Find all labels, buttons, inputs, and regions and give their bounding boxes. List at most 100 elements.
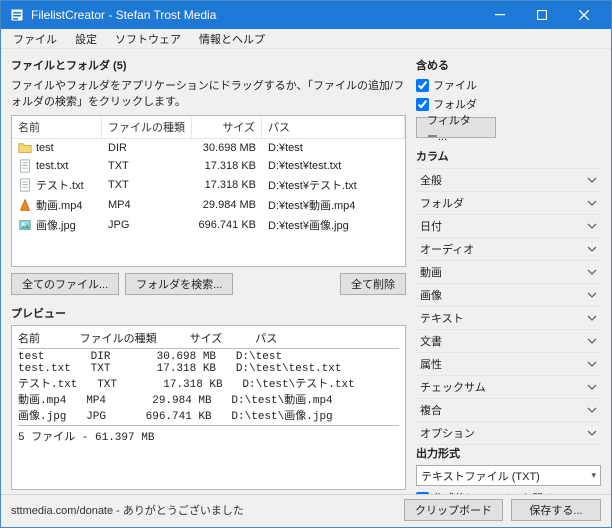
column-category-label: 日付	[420, 218, 442, 234]
column-category-1[interactable]: フォルダ	[416, 192, 601, 215]
save-button[interactable]: 保存する...	[511, 499, 601, 521]
chevron-down-icon: ▾	[591, 470, 596, 481]
file-name: 動画.mp4	[36, 197, 82, 213]
table-row[interactable]: 動画.mp4MP429.984 MBD:¥test¥動画.mp4	[12, 195, 405, 215]
file-name: 画像.jpg	[36, 217, 76, 233]
include-file-checkbox[interactable]: ファイル	[416, 77, 601, 93]
header-name[interactable]: 名前	[12, 116, 102, 138]
column-category-label: チェックサム	[420, 379, 486, 395]
file-path: D:¥test¥test.txt	[262, 159, 405, 173]
txt-icon	[18, 159, 32, 173]
column-category-label: 動画	[420, 264, 442, 280]
file-type: MP4	[102, 198, 192, 212]
column-category-label: テキスト	[420, 310, 464, 326]
minimize-button[interactable]	[479, 1, 521, 29]
include-file-label: ファイル	[433, 77, 477, 93]
close-button[interactable]	[563, 1, 605, 29]
column-category-4[interactable]: 動画	[416, 261, 601, 284]
file-list[interactable]: 名前 ファイルの種類 サイズ パス testDIR30.698 MBD:¥tes…	[11, 115, 406, 267]
header-type[interactable]: ファイルの種類	[102, 116, 192, 138]
chevron-down-icon	[585, 311, 599, 325]
column-category-label: フォルダ	[420, 195, 464, 211]
chevron-down-icon	[585, 357, 599, 371]
file-name: test	[36, 142, 54, 154]
include-folder-checkbox[interactable]: フォルダ	[416, 96, 601, 112]
column-category-7[interactable]: 文書	[416, 330, 601, 353]
column-category-0[interactable]: 全般	[416, 168, 601, 192]
file-name: テスト.txt	[36, 177, 84, 193]
column-category-3[interactable]: オーディオ	[416, 238, 601, 261]
maximize-button[interactable]	[521, 1, 563, 29]
chevron-down-icon	[585, 242, 599, 256]
titlebar: FilelistCreator - Stefan Trost Media	[1, 1, 611, 29]
app-icon	[9, 7, 25, 23]
chevron-down-icon	[585, 403, 599, 417]
column-category-6[interactable]: テキスト	[416, 307, 601, 330]
output-format-select[interactable]: テキストファイル (TXT) ▾	[416, 465, 601, 486]
file-type: TXT	[102, 178, 192, 192]
file-size: 17.318 KB	[192, 159, 262, 173]
include-folder-input[interactable]	[416, 98, 429, 111]
include-file-input[interactable]	[416, 79, 429, 92]
menu-help[interactable]: 情報とヘルプ	[195, 29, 269, 49]
column-category-8[interactable]: 属性	[416, 353, 601, 376]
preview-title: プレビュー	[11, 305, 406, 321]
table-row[interactable]: 画像.jpgJPG696.741 KBD:¥test¥画像.jpg	[12, 215, 405, 235]
file-type: TXT	[102, 159, 192, 173]
chevron-down-icon	[585, 196, 599, 210]
column-category-11[interactable]: オプション	[416, 422, 601, 445]
chevron-down-icon	[585, 219, 599, 233]
file-list-header: 名前 ファイルの種類 サイズ パス	[12, 116, 405, 139]
column-category-label: 文書	[420, 333, 442, 349]
menu-settings[interactable]: 設定	[71, 29, 101, 49]
chevron-down-icon	[585, 265, 599, 279]
file-name: test.txt	[36, 160, 68, 172]
folder-icon	[18, 141, 32, 155]
clipboard-button[interactable]: クリップボード	[404, 499, 503, 521]
table-row[interactable]: テスト.txtTXT17.318 KBD:¥test¥テスト.txt	[12, 175, 405, 195]
file-type: JPG	[102, 218, 192, 232]
column-category-label: オプション	[420, 425, 475, 441]
all-files-button[interactable]: 全てのファイル...	[11, 273, 119, 295]
chevron-down-icon	[585, 288, 599, 302]
video-icon	[18, 198, 32, 212]
chevron-down-icon	[585, 426, 599, 440]
output-format-value: テキストファイル (TXT)	[421, 468, 540, 484]
chevron-down-icon	[585, 173, 599, 187]
file-path: D:¥test	[262, 141, 405, 155]
file-type: DIR	[102, 141, 192, 155]
column-category-label: 複合	[420, 402, 442, 418]
output-title: 出力形式	[416, 445, 601, 461]
column-category-10[interactable]: 複合	[416, 399, 601, 422]
header-path[interactable]: パス	[262, 116, 405, 138]
column-category-5[interactable]: 画像	[416, 284, 601, 307]
window-title: FilelistCreator - Stefan Trost Media	[31, 8, 216, 22]
include-folder-label: フォルダ	[433, 96, 477, 112]
chevron-down-icon	[585, 380, 599, 394]
filter-button[interactable]: フィルター...	[416, 117, 496, 138]
menu-file[interactable]: ファイル	[9, 29, 61, 49]
column-category-2[interactable]: 日付	[416, 215, 601, 238]
column-category-label: 全般	[420, 172, 442, 188]
files-hint: ファイルやフォルダをアプリケーションにドラッグするか、「ファイルの追加/フォルダ…	[11, 77, 406, 109]
chevron-down-icon	[585, 334, 599, 348]
search-folder-button[interactable]: フォルダを検索...	[125, 273, 233, 295]
file-path: D:¥test¥動画.mp4	[262, 196, 405, 214]
status-text: sttmedia.com/donate - ありがとうございました	[11, 502, 244, 518]
menubar: ファイル 設定 ソフトウェア 情報とヘルプ	[1, 29, 611, 49]
include-title: 含める	[416, 57, 601, 73]
header-size[interactable]: サイズ	[192, 116, 262, 138]
table-row[interactable]: test.txt TXT17.318 KBD:¥test¥test.txt	[12, 157, 405, 175]
file-size: 17.318 KB	[192, 178, 262, 192]
column-category-9[interactable]: チェックサム	[416, 376, 601, 399]
file-path: D:¥test¥画像.jpg	[262, 216, 405, 234]
menu-software[interactable]: ソフトウェア	[111, 29, 185, 49]
image-icon	[18, 218, 32, 232]
table-row[interactable]: test DIR30.698 MBD:¥test	[12, 139, 405, 157]
column-category-label: 画像	[420, 287, 442, 303]
delete-all-button[interactable]: 全て削除	[340, 273, 406, 295]
column-category-label: 属性	[420, 356, 442, 372]
file-size: 30.698 MB	[192, 141, 262, 155]
columns-title: カラム	[416, 148, 601, 164]
preview-box[interactable]: 名前 ファイルの種類 サイズ パスtest DIR 30.698 MB D:\t…	[11, 325, 406, 490]
